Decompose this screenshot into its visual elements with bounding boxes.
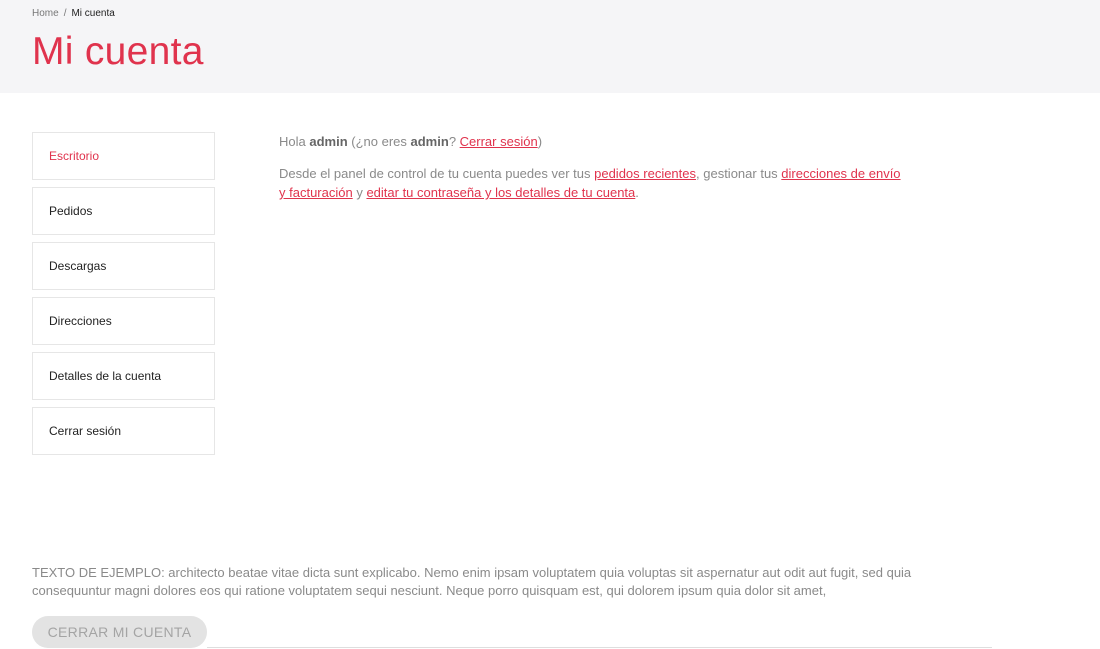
- close-account-button[interactable]: CERRAR MI CUENTA: [32, 616, 207, 648]
- breadcrumb: Home / Mi cuenta: [32, 8, 115, 19]
- dashboard-mid2: y: [352, 185, 367, 200]
- nav-item-escritorio[interactable]: Escritorio: [32, 132, 215, 180]
- breadcrumb-separator: /: [63, 8, 67, 19]
- account-navigation: Escritorio Pedidos Descargas Direcciones…: [32, 132, 215, 462]
- breadcrumb-home-link[interactable]: Home: [32, 8, 59, 19]
- logout-link[interactable]: Cerrar sesión: [460, 134, 538, 149]
- dashboard-content: Hola admin (¿no eres admin? Cerrar sesió…: [279, 132, 909, 215]
- page-title: Mi cuenta: [32, 30, 204, 73]
- sample-text: TEXTO DE EJEMPLO: architecto beatae vita…: [32, 565, 912, 598]
- nav-item-descargas[interactable]: Descargas: [32, 242, 215, 290]
- nav-item-detalles-cuenta[interactable]: Detalles de la cuenta: [32, 352, 215, 400]
- dashboard-intro: Desde el panel de control de tu cuenta p…: [279, 166, 595, 181]
- greeting-paren-close: ): [537, 134, 543, 149]
- dashboard-end: .: [635, 185, 639, 200]
- account-details-link[interactable]: editar tu contraseña y los detalles de t…: [366, 185, 635, 200]
- dashboard-paragraph: Desde el panel de control de tu cuenta p…: [279, 164, 909, 202]
- nav-item-direcciones[interactable]: Direcciones: [32, 297, 215, 345]
- greeting-username-repeat: admin: [410, 134, 449, 149]
- greeting-paragraph: Hola admin (¿no eres admin? Cerrar sesió…: [279, 132, 909, 151]
- greeting-hello: Hola: [279, 134, 310, 149]
- greeting-question: ?: [448, 134, 460, 149]
- greeting-not-you: (¿no eres: [347, 134, 411, 149]
- page-header: Home / Mi cuenta Mi cuenta: [0, 0, 1100, 93]
- breadcrumb-current: Mi cuenta: [71, 8, 115, 19]
- greeting-username: admin: [309, 134, 348, 149]
- dashboard-mid1: , gestionar tus: [696, 166, 782, 181]
- nav-item-pedidos[interactable]: Pedidos: [32, 187, 215, 235]
- recent-orders-link[interactable]: pedidos recientes: [594, 166, 696, 181]
- footer-divider: [207, 647, 992, 648]
- nav-item-cerrar-sesion[interactable]: Cerrar sesión: [32, 407, 215, 455]
